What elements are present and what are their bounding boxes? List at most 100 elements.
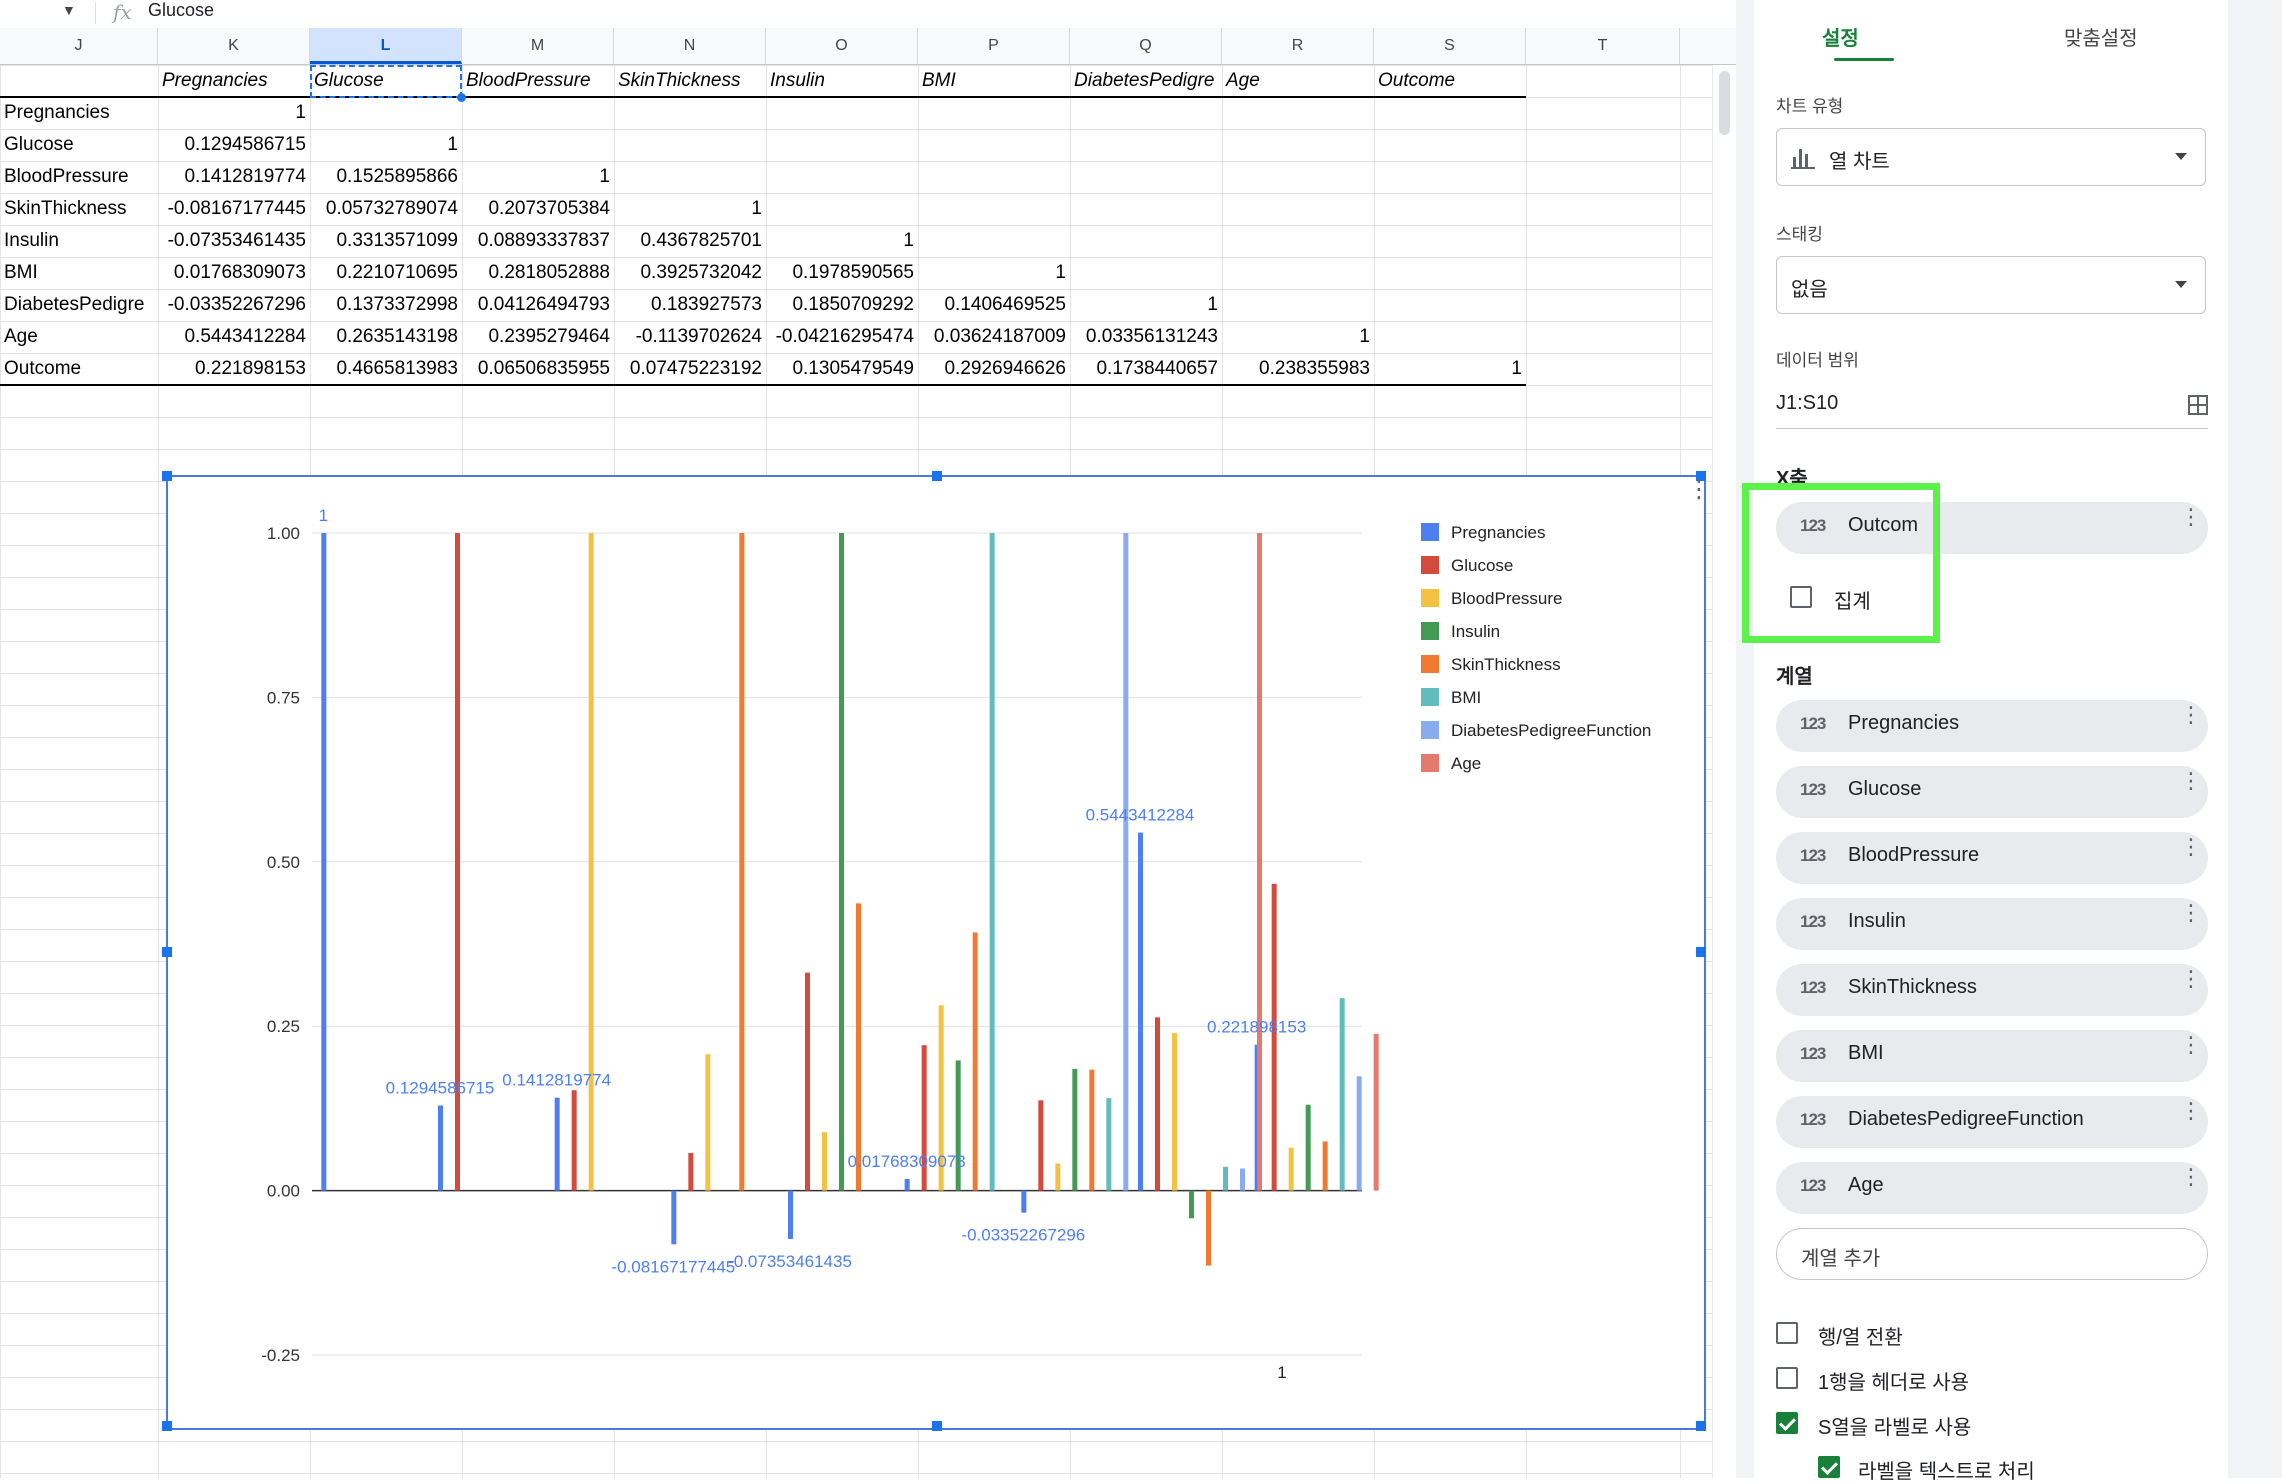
series-chip-insulin[interactable]: 123 Insulin ⋮: [1776, 898, 2208, 950]
table-cell[interactable]: 1: [614, 193, 766, 225]
column-header-s[interactable]: S: [1374, 28, 1526, 64]
table-cell[interactable]: Insulin: [766, 65, 918, 97]
more-vert-icon[interactable]: ⋮: [2180, 506, 2202, 528]
chart-type-dropdown[interactable]: 열 차트: [1776, 128, 2206, 186]
table-cell[interactable]: 0.1406469525: [918, 289, 1070, 321]
table-cell[interactable]: 0.2635143198: [310, 321, 462, 353]
formula-input[interactable]: Glucose: [148, 0, 214, 21]
series-chip-bmi[interactable]: 123 BMI ⋮: [1776, 1030, 2208, 1082]
switch-rows-cols-checkbox[interactable]: [1776, 1322, 1798, 1344]
table-cell[interactable]: BMI: [918, 65, 1070, 97]
more-vert-icon[interactable]: ⋮: [2180, 902, 2202, 924]
column-header-k[interactable]: K: [158, 28, 310, 64]
column-header-j[interactable]: J: [0, 28, 158, 64]
col-s-labels-checkbox[interactable]: [1776, 1412, 1798, 1434]
table-cell[interactable]: 0.05732789074: [310, 193, 462, 225]
table-cell[interactable]: 0.4367825701: [614, 225, 766, 257]
table-cell[interactable]: -0.07353461435: [158, 225, 310, 257]
table-cell[interactable]: BloodPressure: [462, 65, 614, 97]
table-cell[interactable]: 0.2926946626: [918, 353, 1070, 385]
table-cell[interactable]: 0.04126494793: [462, 289, 614, 321]
table-cell[interactable]: 1: [1222, 321, 1374, 353]
table-cell[interactable]: Glucose: [0, 129, 158, 161]
tab-customize[interactable]: 맞춤설정: [2064, 22, 2138, 51]
table-cell[interactable]: 0.1525895866: [310, 161, 462, 193]
series-chip-skinthickness[interactable]: 123 SkinThickness ⋮: [1776, 964, 2208, 1016]
table-cell[interactable]: 0.1373372998: [310, 289, 462, 321]
table-cell[interactable]: BMI: [0, 257, 158, 289]
column-header-o[interactable]: O: [766, 28, 918, 64]
table-cell[interactable]: -0.08167177445: [158, 193, 310, 225]
table-cell[interactable]: DiabetesPedigre: [0, 289, 158, 321]
table-cell[interactable]: SkinThickness: [0, 193, 158, 225]
table-cell[interactable]: 1: [1070, 289, 1222, 321]
table-cell[interactable]: 0.5443412284: [158, 321, 310, 353]
column-header-n[interactable]: N: [614, 28, 766, 64]
table-cell[interactable]: 0.2210710695: [310, 257, 462, 289]
treat-labels-text-checkbox[interactable]: [1818, 1456, 1840, 1478]
more-vert-icon[interactable]: ⋮: [2180, 704, 2202, 726]
series-chip-pregnancies[interactable]: 123 Pregnancies ⋮: [1776, 700, 2208, 752]
table-cell[interactable]: 0.03624187009: [918, 321, 1070, 353]
tab-setup[interactable]: 설정: [1822, 22, 1859, 51]
series-chip-diabetespedigreefunction[interactable]: 123 DiabetesPedigreeFunction ⋮: [1776, 1096, 2208, 1148]
table-cell[interactable]: 0.06506835955: [462, 353, 614, 385]
add-series-button[interactable]: 계열 추가: [1776, 1228, 2208, 1280]
selected-cell[interactable]: [310, 65, 462, 98]
table-cell[interactable]: 1: [766, 225, 918, 257]
table-cell[interactable]: 0.08893337837: [462, 225, 614, 257]
table-cell[interactable]: Age: [0, 321, 158, 353]
fill-handle[interactable]: [457, 93, 466, 102]
table-cell[interactable]: 0.3925732042: [614, 257, 766, 289]
table-cell[interactable]: Insulin: [0, 225, 158, 257]
data-range-input[interactable]: J1:S10: [1776, 392, 1838, 415]
name-box-dropdown-icon[interactable]: ▼: [62, 2, 76, 18]
table-cell[interactable]: 0.2818052888: [462, 257, 614, 289]
table-cell[interactable]: 1: [158, 97, 310, 129]
table-cell[interactable]: 0.2073705384: [462, 193, 614, 225]
select-range-icon[interactable]: [2188, 395, 2208, 415]
table-cell[interactable]: Pregnancies: [0, 97, 158, 129]
row1-header-checkbox[interactable]: [1776, 1367, 1798, 1389]
more-vert-icon[interactable]: ⋮: [2180, 770, 2202, 792]
series-chip-glucose[interactable]: 123 Glucose ⋮: [1776, 766, 2208, 818]
table-cell[interactable]: 0.183927573: [614, 289, 766, 321]
scrollbar-thumb[interactable]: [1719, 71, 1730, 135]
table-cell[interactable]: 0.221898153: [158, 353, 310, 385]
column-header-m[interactable]: M: [462, 28, 614, 64]
vertical-scrollbar[interactable]: [1712, 65, 1737, 1478]
table-cell[interactable]: 0.1305479549: [766, 353, 918, 385]
table-cell[interactable]: 1: [462, 161, 614, 193]
table-cell[interactable]: 1: [310, 129, 462, 161]
table-cell[interactable]: 0.1412819774: [158, 161, 310, 193]
table-cell[interactable]: 0.07475223192: [614, 353, 766, 385]
table-cell[interactable]: -0.03352267296: [158, 289, 310, 321]
table-cell[interactable]: Outcome: [1374, 65, 1526, 97]
table-cell[interactable]: 0.03356131243: [1070, 321, 1222, 353]
table-cell[interactable]: SkinThickness: [614, 65, 766, 97]
table-cell[interactable]: 0.4665813983: [310, 353, 462, 385]
column-header-q[interactable]: Q: [1070, 28, 1222, 64]
table-cell[interactable]: 0.238355983: [1222, 353, 1374, 385]
column-header-r[interactable]: R: [1222, 28, 1374, 64]
table-cell[interactable]: DiabetesPedigre: [1070, 65, 1222, 97]
series-chip-age[interactable]: 123 Age ⋮: [1776, 1162, 2208, 1214]
table-cell[interactable]: BloodPressure: [0, 161, 158, 193]
more-vert-icon[interactable]: ⋮: [2180, 968, 2202, 990]
more-vert-icon[interactable]: ⋮: [2180, 1166, 2202, 1188]
table-cell[interactable]: 0.1738440657: [1070, 353, 1222, 385]
table-cell[interactable]: 0.1978590565: [766, 257, 918, 289]
more-vert-icon[interactable]: ⋮: [2180, 1100, 2202, 1122]
table-cell[interactable]: 0.2395279464: [462, 321, 614, 353]
stacking-dropdown[interactable]: 없음: [1776, 256, 2206, 314]
table-cell[interactable]: Outcome: [0, 353, 158, 385]
more-vert-icon[interactable]: ⋮: [2180, 836, 2202, 858]
table-cell[interactable]: 1: [918, 257, 1070, 289]
table-cell[interactable]: 0.01768309073: [158, 257, 310, 289]
column-header-l[interactable]: L: [310, 28, 462, 64]
table-cell[interactable]: 0.1294586715: [158, 129, 310, 161]
table-cell[interactable]: Age: [1222, 65, 1374, 97]
column-header-t[interactable]: T: [1526, 28, 1680, 64]
table-cell[interactable]: Pregnancies: [158, 65, 310, 97]
table-cell[interactable]: 1: [1374, 353, 1526, 385]
